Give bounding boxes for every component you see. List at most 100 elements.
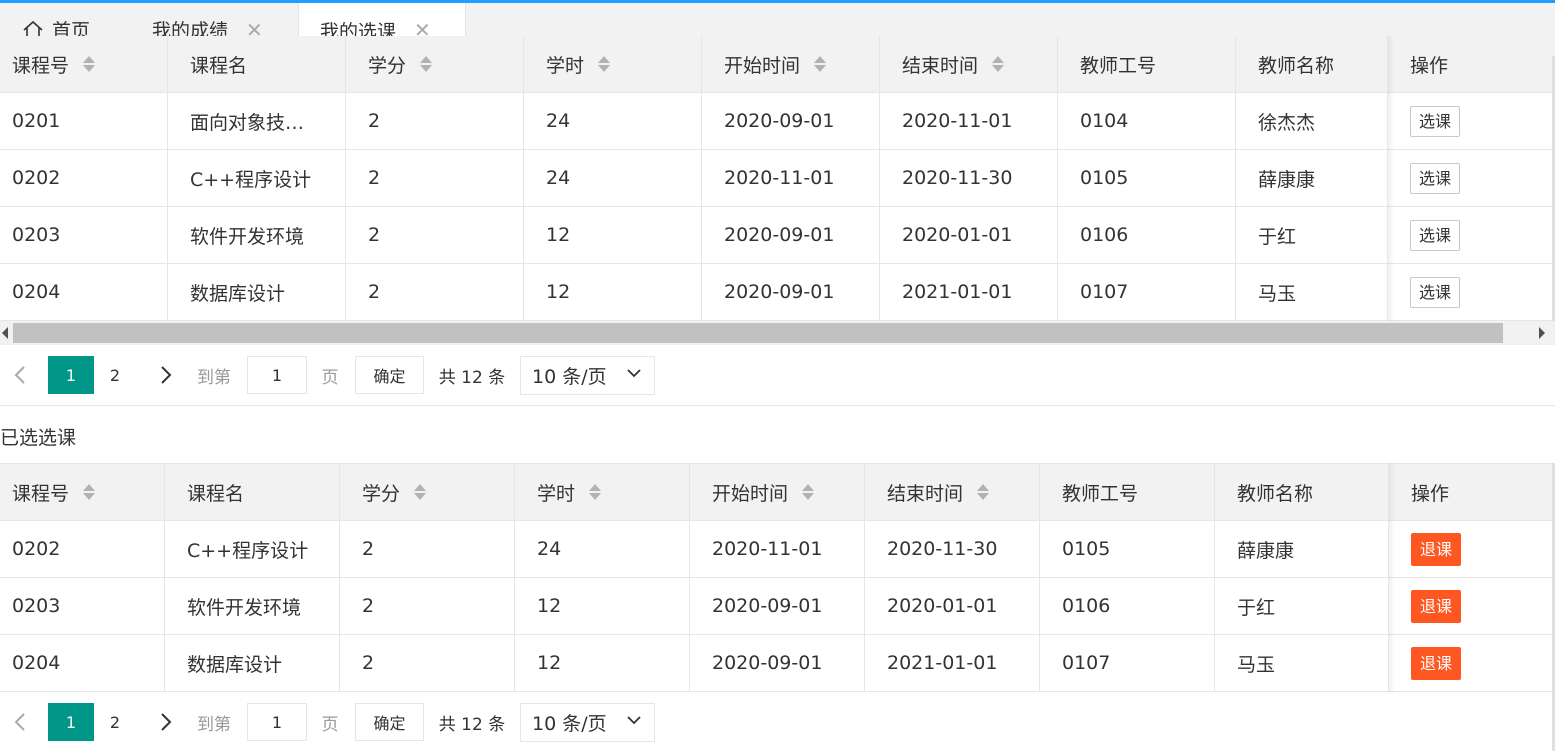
sort-icon[interactable]: [977, 483, 990, 501]
sort-icon[interactable]: [420, 55, 433, 73]
cell-start-time-text: 2020-11-01: [724, 167, 835, 189]
cell-course-name-text: 面向对象技…: [190, 111, 305, 134]
table-row: 0204 数据库设计 2 12 2020-09-01 2021-01-01 0107 马玉 退课: [0, 635, 1555, 692]
next-page-icon[interactable]: [154, 356, 178, 394]
col-header-course-id[interactable]: 课程号: [0, 36, 168, 92]
cell-course-id: 0202: [0, 150, 168, 206]
selected-courses-pager: 1 2 到第 1 页 确定 共 12 条 10 条/页: [0, 693, 1555, 751]
confirm-button[interactable]: 确定: [355, 356, 424, 394]
cell-course-id-text: 0202: [12, 167, 61, 189]
col-header-teacher-id: 教师工号: [1058, 36, 1236, 92]
page-size-select[interactable]: 10 条/页: [520, 703, 655, 742]
cell-teacher-id-text: 0106: [1080, 224, 1129, 246]
cell-course-name: 数据库设计: [168, 264, 346, 320]
page-2-button[interactable]: 2: [100, 703, 130, 741]
scrollbar-thumb[interactable]: [13, 323, 1503, 343]
col-header-start-time[interactable]: 开始时间: [690, 464, 865, 520]
col-header-course-name: 课程名: [165, 464, 340, 520]
cell-action: 退课: [1389, 635, 1555, 691]
cell-teacher-name: 徐杰杰: [1236, 93, 1388, 149]
col-header-course-id[interactable]: 课程号: [0, 464, 165, 520]
cell-start-time-text: 2020-09-01: [724, 281, 835, 303]
cell-teacher-name-text: 马玉: [1258, 282, 1297, 305]
cell-credit: 2: [346, 264, 524, 320]
sort-icon[interactable]: [598, 55, 611, 73]
page-size-select[interactable]: 10 条/页: [520, 356, 655, 395]
cell-teacher-id-text: 0105: [1062, 538, 1111, 560]
cell-teacher-name-text: 于红: [1258, 225, 1297, 248]
cell-end-time: 2020-01-01: [865, 578, 1040, 634]
col-header-credit[interactable]: 学分: [346, 36, 524, 92]
cell-start-time-text: 2020-11-01: [712, 538, 823, 560]
cell-credit: 2: [346, 207, 524, 263]
cell-course-name-text: 数据库设计: [190, 282, 286, 305]
cell-start-time: 2020-09-01: [702, 207, 880, 263]
fixed-column-shadow: [1389, 463, 1395, 692]
prev-page-icon[interactable]: [8, 356, 32, 394]
drop-course-button[interactable]: 退课: [1411, 646, 1462, 680]
cell-course-name: C++程序设计: [168, 150, 346, 206]
cell-credit: 2: [346, 150, 524, 206]
cell-credit-text: 2: [362, 538, 375, 560]
sort-icon[interactable]: [802, 483, 815, 501]
drop-course-button[interactable]: 退课: [1411, 532, 1462, 566]
cell-hours-text: 12: [537, 595, 562, 617]
cell-teacher-name-text: 薛康康: [1237, 539, 1295, 562]
cell-end-time-text: 2020-11-30: [887, 538, 998, 560]
next-page-icon[interactable]: [154, 703, 178, 741]
page-input[interactable]: 1: [247, 703, 307, 741]
sort-icon[interactable]: [83, 483, 96, 501]
horizontal-scrollbar[interactable]: [0, 321, 1555, 345]
sort-icon[interactable]: [414, 483, 427, 501]
chevron-down-icon: [626, 364, 642, 386]
col-header-start-time[interactable]: 开始时间: [702, 36, 880, 92]
cell-course-name: C++程序设计: [165, 521, 340, 577]
table-row: 0203 软件开发环境 2 12 2020-09-01 2020-01-01 0106 于红 选…: [0, 207, 1555, 264]
cell-hours: 24: [515, 521, 690, 577]
cell-action: 选课: [1388, 207, 1555, 263]
col-header-credit[interactable]: 学分: [340, 464, 515, 520]
select-course-button[interactable]: 选课: [1410, 162, 1461, 194]
scroll-right-arrow-icon[interactable]: [1539, 327, 1545, 339]
col-header-hours[interactable]: 学时: [515, 464, 690, 520]
cell-end-time: 2020-11-01: [880, 93, 1058, 149]
sort-icon[interactable]: [814, 55, 827, 73]
cell-hours: 12: [515, 635, 690, 691]
page-1-button[interactable]: 1: [48, 703, 94, 741]
col-header-action: 操作: [1411, 482, 1450, 505]
page-1-button[interactable]: 1: [48, 356, 94, 394]
select-course-button[interactable]: 选课: [1410, 276, 1461, 308]
prev-page-icon[interactable]: [8, 703, 32, 741]
page-input[interactable]: 1: [247, 356, 307, 394]
cell-teacher-name: 于红: [1215, 578, 1389, 634]
cell-credit-text: 2: [368, 281, 381, 303]
sort-icon[interactable]: [992, 55, 1005, 73]
cell-hours-text: 12: [546, 224, 571, 246]
cell-teacher-id: 0107: [1040, 635, 1215, 691]
table-row: 0202 C++程序设计 2 24 2020-11-01 2020-11-30 0105 薛康…: [0, 150, 1555, 207]
col-header-end-time[interactable]: 结束时间: [880, 36, 1058, 92]
col-header-end-time[interactable]: 结束时间: [865, 464, 1040, 520]
sort-icon[interactable]: [83, 55, 96, 73]
sort-icon[interactable]: [589, 483, 602, 501]
select-course-button[interactable]: 选课: [1410, 105, 1461, 137]
cell-end-time: 2020-11-30: [865, 521, 1040, 577]
cell-start-time-text: 2020-09-01: [724, 224, 835, 246]
cell-course-name: 软件开发环境: [165, 578, 340, 634]
table-row: 0202 C++程序设计 2 24 2020-11-01 2020-11-30 0105 薛康…: [0, 521, 1555, 578]
drop-course-button[interactable]: 退课: [1411, 589, 1462, 623]
scroll-left-arrow-icon[interactable]: [2, 327, 8, 339]
total-count: 共 12 条: [438, 714, 506, 735]
table-header: 课程号 课程名 学分 学时 开始时间 结束时间 教师工号 教师名称 操作: [0, 463, 1555, 521]
cell-action: 选课: [1388, 93, 1555, 149]
chevron-down-icon: [626, 711, 642, 733]
cell-teacher-name-text: 薛康康: [1258, 168, 1316, 191]
pager-divider: [0, 405, 1555, 406]
confirm-button[interactable]: 确定: [355, 703, 424, 741]
col-header-hours[interactable]: 学时: [524, 36, 702, 92]
page-2-button[interactable]: 2: [100, 356, 130, 394]
page-size-value: 10 条/页: [532, 713, 607, 735]
cell-teacher-name-text: 徐杰杰: [1258, 111, 1316, 134]
select-course-button[interactable]: 选课: [1410, 219, 1461, 251]
cell-course-id: 0203: [0, 207, 168, 263]
